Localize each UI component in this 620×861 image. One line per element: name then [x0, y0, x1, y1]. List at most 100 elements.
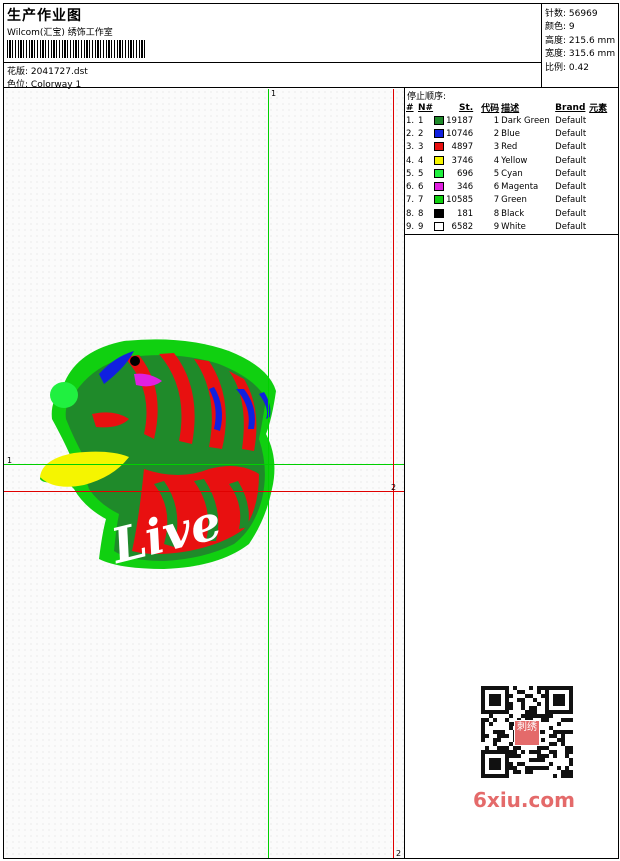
- cell-code: 2: [474, 127, 500, 140]
- cell-element: [588, 154, 618, 167]
- cell-desc-text: Cyan: [501, 168, 523, 179]
- header-info: 生产作业图 Wilcom(汇宝) 绣饰工作室 花版: 2041727.dst 色…: [3, 3, 542, 90]
- design-height-label: 高度:: [545, 36, 567, 46]
- color-swatch: [434, 182, 445, 192]
- cell-code-text: 4: [493, 155, 500, 166]
- cell-brand: Default: [554, 167, 588, 180]
- stop-sequence-table: # N# St. 代码 描述 Brand 元素 1. 1 19187 1 Dark G…: [405, 101, 618, 234]
- cell-code-text: 8: [493, 208, 500, 219]
- cell-num: 3.: [405, 141, 417, 154]
- cell-brand-text: Default: [555, 168, 587, 179]
- cell-st-text: 346: [456, 182, 474, 193]
- cell-num: 8.: [405, 207, 417, 220]
- cell-n-text: 6: [418, 182, 424, 193]
- cell-code: 7: [474, 194, 500, 207]
- cell-code: 1: [474, 114, 500, 127]
- cell-brand-text: Default: [555, 128, 587, 139]
- col-header-index: #: [406, 102, 414, 113]
- cell-n: 8: [417, 207, 445, 220]
- cell-n-text: 7: [418, 195, 424, 206]
- design-width: 宽度: 315.6 mm: [545, 46, 615, 59]
- cell-desc: Dark Green: [500, 114, 554, 127]
- tiger-head-design: Live: [40, 339, 276, 576]
- cell-st: 6582: [445, 220, 474, 233]
- cell-num: 5.: [405, 167, 417, 180]
- cell-code: 5: [474, 167, 500, 180]
- cell-desc-text: Dark Green: [501, 115, 550, 126]
- design-file-row: 花版: 2041727.dst: [7, 64, 88, 77]
- cell-code-text: 5: [493, 168, 500, 179]
- stitch-count-label: 针数:: [545, 9, 567, 19]
- design-file-label: 花版:: [7, 67, 29, 77]
- design-scale-label: 比例:: [545, 63, 567, 73]
- cell-desc-text: Yellow: [501, 155, 528, 166]
- green-vertical-guide: [268, 89, 269, 858]
- design-scale: 比例: 0.42: [545, 60, 589, 73]
- cell-element: [588, 180, 618, 193]
- table-row: 2. 2 10746 2 Blue Default: [405, 127, 618, 140]
- red-horizontal-guide: [4, 491, 404, 492]
- table-row: 4. 4 3746 4 Yellow Default: [405, 154, 618, 167]
- cell-st-text: 10585: [446, 195, 474, 206]
- cell-num-text: 4.: [406, 155, 415, 166]
- cell-num-text: 6.: [406, 182, 415, 193]
- guide-label-green-h: 1: [7, 456, 13, 465]
- table-row: 3. 3 4897 3 Red Default: [405, 141, 618, 154]
- cell-desc: Red: [500, 141, 554, 154]
- cell-code: 9: [474, 220, 500, 233]
- cell-st-text: 6582: [451, 222, 474, 233]
- col-header-description: 描述: [501, 104, 520, 114]
- cell-st-text: 19187: [446, 115, 474, 126]
- cell-desc: Cyan: [500, 167, 554, 180]
- color-count-value: 9: [568, 22, 575, 32]
- cell-st: 696: [445, 167, 474, 180]
- watermark-text: 6xiu.com: [473, 788, 575, 812]
- cell-n-text: 9: [418, 222, 424, 233]
- color-swatch: [434, 142, 445, 152]
- design-scale-value: 0.42: [568, 63, 589, 73]
- cell-element: [588, 207, 618, 220]
- cell-num-text: 1.: [406, 115, 415, 126]
- color-count-label: 颜色:: [545, 22, 567, 32]
- cell-desc: Green: [500, 194, 554, 207]
- table-header-row: # N# St. 代码 描述 Brand 元素: [405, 101, 618, 115]
- cell-brand-text: Default: [555, 115, 587, 126]
- table-row: 7. 7 10585 7 Green Default: [405, 194, 618, 207]
- design-height-value: 215.6 mm: [568, 36, 616, 46]
- cell-n-text: 1: [418, 115, 424, 126]
- cell-n: 9: [417, 220, 445, 233]
- table-row: 1. 1 19187 1 Dark Green Default: [405, 114, 618, 127]
- color-swatch: [434, 128, 445, 138]
- cell-brand: Default: [554, 194, 588, 207]
- table-row: 5. 5 696 5 Cyan Default: [405, 167, 618, 180]
- cell-desc-text: White: [501, 222, 526, 233]
- cell-element: [588, 167, 618, 180]
- cell-code: 6: [474, 180, 500, 193]
- table-row: 9. 9 6582 9 White Default: [405, 220, 618, 233]
- cell-desc: Blue: [500, 127, 554, 140]
- cell-st: 3746: [445, 154, 474, 167]
- green-horizontal-guide: [4, 464, 404, 465]
- cell-brand: Default: [554, 220, 588, 233]
- cell-n-text: 4: [418, 155, 424, 166]
- cell-num-text: 5.: [406, 168, 415, 179]
- cell-code-text: 2: [493, 128, 500, 139]
- cell-desc: Black: [500, 207, 554, 220]
- header-divider: [3, 62, 542, 63]
- guide-label-red-v: 2: [396, 849, 402, 858]
- cell-desc: White: [500, 220, 554, 233]
- design-height: 高度: 215.6 mm: [545, 33, 615, 46]
- cell-st: 4897: [445, 141, 474, 154]
- cell-num: 2.: [405, 127, 417, 140]
- cell-brand-text: Default: [555, 195, 587, 206]
- color-swatch: [434, 222, 445, 232]
- cell-code-text: 6: [493, 182, 500, 193]
- cell-brand-text: Default: [555, 222, 587, 233]
- page-title: 生产作业图: [7, 8, 82, 24]
- col-header-stitches: St.: [458, 102, 474, 113]
- cell-brand: Default: [554, 114, 588, 127]
- cell-brand: Default: [554, 141, 588, 154]
- cell-brand: Default: [554, 154, 588, 167]
- cell-num: 9.: [405, 220, 417, 233]
- cell-num: 7.: [405, 194, 417, 207]
